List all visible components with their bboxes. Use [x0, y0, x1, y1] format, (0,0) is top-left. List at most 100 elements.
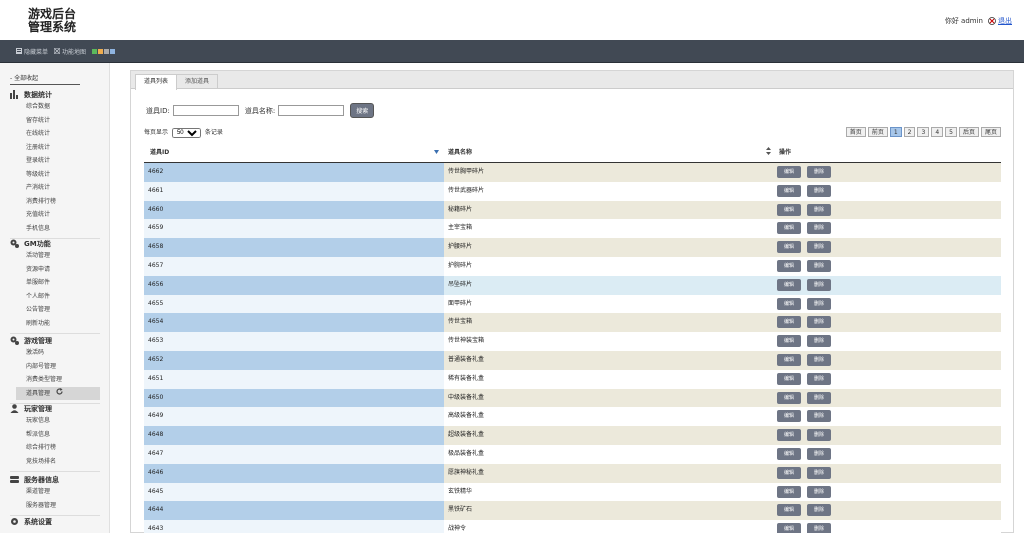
theme-swatch[interactable] — [110, 48, 116, 54]
sidebar-item[interactable]: 帮派信息 — [10, 428, 100, 442]
nav-group-header[interactable]: 服务器信息 — [10, 474, 100, 485]
logout-link[interactable]: 退出 — [998, 16, 1012, 26]
table-row[interactable]: 4648 超级装备礼盒 编辑 删除 — [144, 426, 1001, 445]
nav-group-header[interactable]: GM功能 — [10, 238, 100, 249]
nav-group-header[interactable]: 玩家管理 — [10, 403, 100, 414]
delete-button[interactable]: 删除 — [807, 241, 831, 254]
edit-button[interactable]: 编辑 — [777, 410, 801, 423]
item-id-input[interactable] — [172, 105, 239, 116]
delete-button[interactable]: 删除 — [807, 447, 831, 460]
item-name-input[interactable] — [278, 105, 345, 116]
edit-button[interactable]: 编辑 — [777, 278, 801, 291]
hide-menu-button[interactable]: 隐藏菜单 — [16, 47, 48, 56]
table-row[interactable]: 4655 面甲碎片 编辑 删除 — [144, 294, 1001, 314]
delete-button[interactable]: 删除 — [807, 316, 831, 329]
sidebar-item[interactable]: 留存统计 — [10, 114, 100, 128]
edit-button[interactable]: 编辑 — [777, 429, 801, 442]
table-row[interactable]: 4650 中级装备礼盒 编辑 删除 — [144, 388, 1001, 408]
delete-button[interactable]: 删除 — [807, 222, 831, 235]
sidebar-item[interactable]: 单服邮件 — [10, 276, 100, 290]
delete-button[interactable]: 删除 — [807, 504, 831, 517]
delete-button[interactable]: 删除 — [807, 335, 831, 348]
sidebar-item[interactable]: 个人邮件 — [10, 290, 100, 304]
edit-button[interactable]: 编辑 — [777, 504, 801, 517]
sidebar-item[interactable]: 综合数据 — [10, 100, 100, 114]
edit-button[interactable]: 编辑 — [777, 485, 801, 498]
table-row[interactable]: 4651 稀有装备礼盒 编辑 删除 — [144, 369, 1001, 389]
theme-swatch[interactable] — [98, 48, 104, 54]
func-map-button[interactable]: 功能地图 — [53, 47, 86, 56]
edit-button[interactable]: 编辑 — [777, 203, 801, 216]
delete-button[interactable]: 删除 — [807, 429, 831, 442]
sidebar-item[interactable]: 消费类型管理 — [10, 373, 100, 387]
sidebar-item[interactable]: 服务器管理 — [10, 499, 100, 513]
edit-button[interactable]: 编辑 — [777, 353, 801, 366]
table-row[interactable]: 4658 护腰碎片 编辑 删除 — [144, 238, 1001, 257]
sidebar-item[interactable]: 登录统计 — [10, 154, 100, 168]
table-row[interactable]: 4645 玄铁精华 编辑 删除 — [144, 482, 1001, 502]
sidebar-item[interactable]: 产消统计 — [10, 181, 100, 195]
edit-button[interactable]: 编辑 — [777, 335, 801, 348]
edit-button[interactable]: 编辑 — [777, 184, 801, 197]
table-row[interactable]: 4647 极品装备礼盒 编辑 删除 — [144, 444, 1001, 464]
delete-button[interactable]: 删除 — [807, 184, 831, 197]
sidebar-item[interactable]: 内部号管理 — [10, 360, 100, 374]
pager-button[interactable]: 2 — [903, 127, 916, 137]
nav-group-header[interactable]: 系统设置 — [10, 516, 100, 527]
table-row[interactable]: 4653 传世神装宝箱 编辑 删除 — [144, 332, 1001, 351]
nav-group-header[interactable]: 数据统计 — [10, 89, 100, 100]
pager-button[interactable]: 1 — [889, 127, 902, 137]
tab-add-item[interactable]: 添加道具 — [176, 74, 219, 89]
edit-button[interactable]: 编辑 — [777, 372, 801, 385]
edit-button[interactable]: 编辑 — [777, 391, 801, 404]
table-row[interactable]: 4660 秘籍碎片 编辑 删除 — [144, 200, 1001, 220]
sidebar-item[interactable]: 充值统计 — [10, 208, 100, 222]
col-item-id[interactable]: 道具ID — [150, 147, 169, 156]
col-item-name[interactable]: 道具名称 — [448, 147, 472, 156]
edit-button[interactable]: 编辑 — [777, 222, 801, 235]
edit-button[interactable]: 编辑 — [777, 241, 801, 254]
delete-button[interactable]: 删除 — [807, 466, 831, 479]
edit-button[interactable]: 编辑 — [777, 259, 801, 272]
edit-button[interactable]: 编辑 — [777, 447, 801, 460]
table-row[interactable]: 4656 吊坠碎片 编辑 删除 — [144, 275, 1001, 295]
theme-swatch[interactable] — [104, 48, 110, 54]
pager-button[interactable]: 5 — [945, 127, 957, 137]
sort-desc-icon[interactable] — [434, 149, 439, 156]
delete-button[interactable]: 删除 — [807, 523, 831, 533]
sidebar-item[interactable]: 注册统计 — [10, 141, 100, 155]
sidebar-item[interactable]: 手机信息 — [10, 222, 100, 236]
delete-button[interactable]: 删除 — [807, 391, 831, 404]
edit-button[interactable]: 编辑 — [777, 297, 801, 310]
delete-button[interactable]: 删除 — [807, 353, 831, 366]
sidebar-item[interactable]: 激活码 — [10, 346, 100, 360]
search-button[interactable]: 搜索 — [350, 103, 375, 118]
delete-button[interactable]: 删除 — [807, 278, 831, 291]
edit-button[interactable]: 编辑 — [777, 316, 801, 329]
delete-button[interactable]: 删除 — [807, 372, 831, 385]
table-row[interactable]: 4649 高级装备礼盒 编辑 删除 — [144, 407, 1001, 427]
table-row[interactable]: 4659 主宰宝箱 编辑 删除 — [144, 219, 1001, 239]
table-row[interactable]: 4643 战神令 编辑 删除 — [144, 520, 1001, 533]
sidebar-item[interactable]: 活动管理 — [10, 249, 100, 263]
sidebar-item[interactable]: 消费排行榜 — [10, 195, 100, 209]
pager-button[interactable]: 前页 — [867, 127, 888, 137]
delete-button[interactable]: 删除 — [807, 203, 831, 216]
table-row[interactable]: 4662 传世胸甲碎片 编辑 删除 — [144, 163, 1001, 182]
delete-button[interactable]: 删除 — [807, 166, 831, 178]
sidebar-item[interactable]: 渠道管理 — [10, 485, 100, 499]
pager-button[interactable]: 尾页 — [980, 127, 1001, 137]
pager-button[interactable]: 4 — [931, 127, 944, 137]
sidebar-item[interactable]: 在线统计 — [10, 127, 100, 141]
sort-icon[interactable] — [766, 147, 771, 157]
pager-button[interactable]: 首页 — [845, 127, 866, 137]
sidebar-item[interactable]: 等级统计 — [10, 168, 100, 182]
sidebar-item[interactable]: 刷新功能 — [10, 317, 100, 331]
nav-group-header[interactable]: 游戏管理 — [10, 335, 100, 346]
edit-button[interactable]: 编辑 — [777, 466, 801, 479]
sidebar-item[interactable]: 玩家信息 — [10, 414, 100, 428]
sidebar-item[interactable]: 公告管理 — [10, 303, 100, 317]
delete-button[interactable]: 删除 — [807, 297, 831, 310]
table-row[interactable]: 4654 传世宝箱 编辑 删除 — [144, 313, 1001, 333]
edit-button[interactable]: 编辑 — [777, 523, 801, 533]
